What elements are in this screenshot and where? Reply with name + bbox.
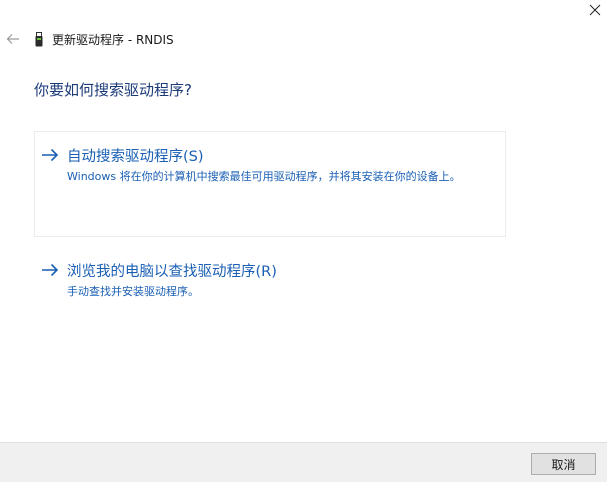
browse-computer-option[interactable]: 浏览我的电脑以查找驱动程序(R) 手动查找并安装驱动程序。: [34, 246, 506, 306]
right-arrow-icon: [41, 262, 61, 278]
cancel-button[interactable]: 取消: [531, 453, 596, 475]
auto-search-label: 自动搜索驱动程序(S): [67, 148, 204, 165]
back-arrow-icon: [6, 34, 19, 44]
update-driver-dialog: 更新驱动程序 - RNDIS 你要如何搜索驱动程序? 自动搜索驱动程序(S) W…: [0, 0, 607, 482]
close-icon: [589, 4, 601, 16]
auto-search-option[interactable]: 自动搜索驱动程序(S) Windows 将在你的计算机中搜索最佳可用驱动程序，并…: [34, 131, 506, 237]
browse-computer-label: 浏览我的电脑以查找驱动程序(R): [67, 263, 277, 280]
browse-computer-description: 手动查找并安装驱动程序。: [67, 285, 199, 298]
usb-device-icon: [34, 31, 44, 47]
auto-search-description: Windows 将在你的计算机中搜索最佳可用驱动程序，并将其安装在你的设备上。: [67, 170, 461, 183]
title-bar: 更新驱动程序 - RNDIS: [4, 30, 174, 48]
window-title: 更新驱动程序 - RNDIS: [52, 32, 174, 47]
page-heading: 你要如何搜索驱动程序?: [34, 81, 192, 99]
dialog-footer: 取消: [0, 442, 607, 482]
close-button[interactable]: [583, 0, 607, 20]
right-arrow-icon: [41, 147, 61, 163]
back-button[interactable]: [4, 30, 22, 48]
